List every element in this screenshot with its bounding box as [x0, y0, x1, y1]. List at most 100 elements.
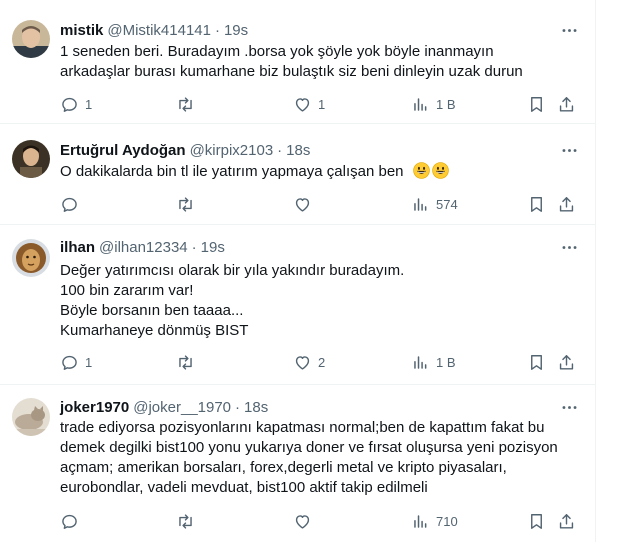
- views-icon: [414, 355, 427, 369]
- bookmark-button[interactable]: [527, 511, 546, 531]
- tweet[interactable]: ilhan @ilhan12334 · 19s Değer yatırımcıs…: [0, 225, 596, 385]
- retweet-icon: [179, 96, 192, 112]
- more-icon[interactable]: [556, 397, 582, 417]
- bookmark-icon: [531, 513, 542, 529]
- tweet-actions: 1 2 1 B: [60, 352, 590, 372]
- retweet-button[interactable]: [176, 94, 201, 114]
- avatar[interactable]: [12, 140, 50, 178]
- separator-dot: ·: [191, 238, 197, 256]
- tweet-actions: 1 1 1 B: [60, 94, 590, 114]
- timestamp[interactable]: 18s: [244, 399, 268, 416]
- tweet-text-line: demek degilki bist100 yonu yukarıya done…: [60, 439, 558, 456]
- views-button[interactable]: 1 B: [411, 94, 456, 114]
- tweet-header: joker1970 @joker__1970 · 18s: [60, 397, 268, 417]
- reply-icon: [62, 514, 77, 529]
- retweet-button[interactable]: [176, 352, 201, 372]
- tweet[interactable]: joker1970 @joker__1970 · 18s trade ediyo…: [0, 385, 596, 542]
- tweet-text-line: trade ediyorsa pozisyonlarını kapatması …: [60, 419, 545, 436]
- reply-icon: [62, 355, 77, 370]
- tweet-text: trade ediyorsa pozisyonlarını kapatması …: [60, 418, 580, 498]
- views-count: 1 B: [436, 354, 456, 370]
- share-icon: [559, 196, 574, 212]
- display-name[interactable]: joker1970: [60, 399, 129, 416]
- views-button[interactable]: 1 B: [411, 352, 456, 372]
- tweet-header: mistik @Mistik414141 · 19s: [60, 20, 248, 40]
- display-name[interactable]: mistik: [60, 22, 103, 39]
- tweet-text-line: O dakikalarda bin tl ile yatırım yapmaya…: [60, 163, 404, 180]
- tweet-text-line: eurobondlar, vadeli mevduat, bist100 akt…: [60, 479, 428, 496]
- reply-button[interactable]: 1: [60, 352, 92, 372]
- share-button[interactable]: [557, 194, 576, 214]
- like-count: 1: [318, 96, 326, 112]
- display-name[interactable]: ilhan: [60, 239, 95, 256]
- tweet-text-line: arkadaşlar burası kumarhane biz bulaştık…: [60, 63, 523, 80]
- timestamp[interactable]: 19s: [224, 22, 248, 39]
- avatar[interactable]: [12, 398, 50, 436]
- bookmark-icon: [531, 354, 542, 370]
- tweet-text-line: Böyle borsanın ben taaaa...: [60, 302, 244, 319]
- share-icon: [559, 354, 574, 370]
- retweet-button[interactable]: [176, 511, 201, 531]
- more-icon[interactable]: [556, 20, 582, 40]
- heart-icon: [295, 197, 310, 212]
- reply-count: 1: [85, 354, 93, 370]
- tweet-text: O dakikalarda bin tl ile yatırım yapmaya…: [60, 162, 580, 182]
- retweet-icon: [179, 196, 192, 212]
- views-icon: [414, 97, 427, 111]
- bookmark-button[interactable]: [527, 194, 546, 214]
- more-icon[interactable]: [556, 140, 582, 160]
- tweet[interactable]: Ertuğrul Aydoğan @kirpix2103 · 18s O dak…: [0, 124, 596, 225]
- grinning-face-emoji: [431, 162, 449, 179]
- views-icon: [414, 197, 427, 211]
- tweet-text-line: Değer yatırımcısı olarak bir yıla yakınd…: [60, 262, 405, 279]
- timestamp[interactable]: 18s: [286, 142, 310, 159]
- reply-button[interactable]: [60, 194, 85, 214]
- views-button[interactable]: 574: [411, 194, 458, 214]
- tweet-text: 1 seneden beri. Buradayım .borsa yok şöy…: [60, 42, 580, 82]
- tweet-text-line: 100 bin zararım var!: [60, 282, 194, 299]
- user-handle[interactable]: @kirpix2103: [190, 142, 274, 159]
- share-button[interactable]: [557, 352, 576, 372]
- like-button[interactable]: 1: [293, 94, 325, 114]
- reply-button[interactable]: [60, 511, 85, 531]
- avatar[interactable]: [12, 20, 50, 58]
- share-icon: [559, 96, 574, 112]
- tweet-actions: 574: [60, 194, 590, 214]
- views-button[interactable]: 710: [411, 511, 458, 531]
- bookmark-icon: [531, 96, 542, 112]
- separator-dot: ·: [277, 141, 283, 159]
- user-handle[interactable]: @ilhan12334: [99, 239, 188, 256]
- retweet-button[interactable]: [176, 194, 201, 214]
- retweet-icon: [179, 513, 192, 529]
- like-button[interactable]: [293, 194, 318, 214]
- more-icon[interactable]: [556, 237, 582, 257]
- bookmark-button[interactable]: [527, 352, 546, 372]
- user-handle[interactable]: @joker__1970: [133, 399, 231, 416]
- grinning-face-emoji: [412, 162, 430, 179]
- like-button[interactable]: 2: [293, 352, 325, 372]
- like-button[interactable]: [293, 511, 318, 531]
- tweet-text: Değer yatırımcısı olarak bir yıla yakınd…: [60, 261, 580, 341]
- bookmark-button[interactable]: [527, 94, 546, 114]
- heart-icon: [295, 514, 310, 529]
- share-button[interactable]: [557, 511, 576, 531]
- user-handle[interactable]: @Mistik414141: [107, 22, 211, 39]
- heart-icon: [295, 97, 310, 112]
- tweet[interactable]: mistik @Mistik414141 · 19s 1 seneden ber…: [0, 0, 596, 124]
- reply-icon: [62, 197, 77, 212]
- timestamp[interactable]: 19s: [201, 239, 225, 256]
- separator-dot: ·: [214, 21, 220, 39]
- share-icon: [559, 513, 574, 529]
- separator-dot: ·: [235, 398, 241, 416]
- reply-button[interactable]: 1: [60, 94, 92, 114]
- share-button[interactable]: [557, 94, 576, 114]
- tweet-text-row: O dakikalarda bin tl ile yatırım yapmaya…: [60, 162, 580, 182]
- tweet-text-line: Kumarhaneye dönmüş BIST: [60, 322, 249, 339]
- tweet-actions: 710: [60, 511, 590, 531]
- reply-icon: [62, 97, 77, 112]
- display-name[interactable]: Ertuğrul Aydoğan: [60, 142, 186, 159]
- retweet-icon: [179, 354, 192, 370]
- views-count: 1 B: [436, 96, 456, 112]
- reply-count: 1: [85, 96, 93, 112]
- avatar[interactable]: [12, 239, 50, 277]
